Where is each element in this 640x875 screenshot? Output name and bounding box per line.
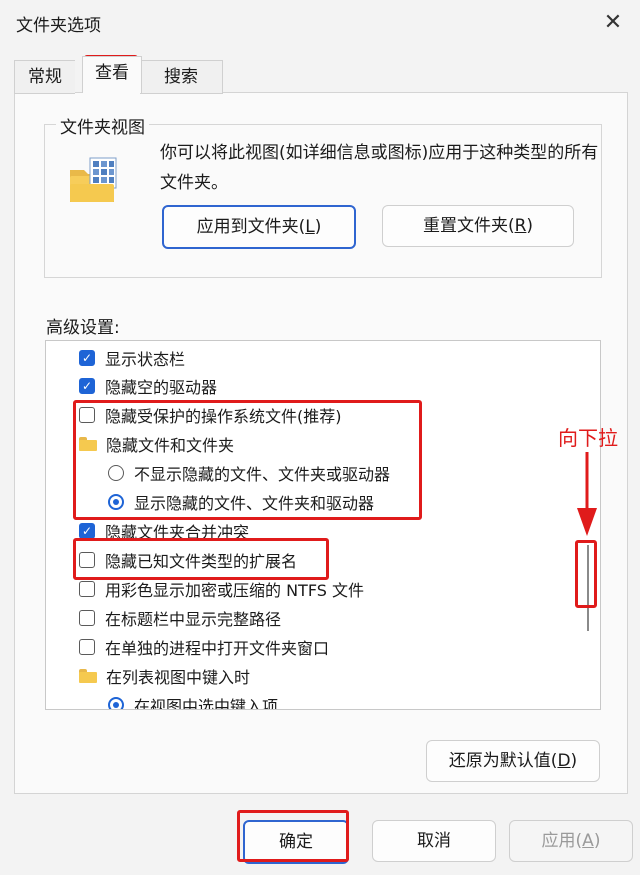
restore-defaults-accesskey: D [557,751,571,771]
setting-label: 用彩色显示加密或压缩的 NTFS 文件 [105,581,364,600]
tab-general[interactable]: 常规 [14,60,75,94]
setting-label: 在视图中选中键入项 [134,697,279,710]
checkbox-icon[interactable] [79,581,95,597]
reset-folders-button[interactable]: 重置文件夹(R) [382,205,574,247]
folder-view-icon [70,157,117,202]
reset-folders-paren: ) [526,216,534,236]
close-icon[interactable]: ✕ [596,6,630,40]
annotation-box-extensions [73,538,329,580]
restore-defaults-label: 还原为默认值( [448,751,558,771]
checkbox-icon[interactable] [79,610,95,626]
window-title: 文件夹选项 [16,16,101,36]
folder-views-legend: 文件夹视图 [56,113,149,138]
apply-to-folders-paren: ) [314,217,322,237]
setting-label: 隐藏空的驱动器 [105,378,218,397]
apply-label: 应用( [541,831,583,851]
restore-defaults-button[interactable]: 还原为默认值(D) [426,740,600,782]
title-bar: 文件夹选项 ✕ [0,0,640,48]
reset-folders-label: 重置文件夹( [422,216,515,236]
apply-accesskey: A [582,831,594,851]
setting-hide-empty-drives[interactable]: ✓ 隐藏空的驱动器 [79,372,217,400]
setting-label: 在单独的进程中打开文件夹窗口 [105,639,330,658]
tab-search[interactable]: 搜索 [140,60,223,94]
annotation-box-ok [237,810,349,862]
checkbox-icon[interactable] [79,639,95,655]
checkbox-checked-icon[interactable]: ✓ [79,378,95,394]
apply-to-folders-label: 应用到文件夹( [196,217,306,237]
apply-paren: ) [593,831,601,851]
setting-show-status-bar[interactable]: ✓ 显示状态栏 [79,344,185,372]
restore-defaults-paren: ) [570,751,578,771]
setting-separate-process[interactable]: 在单独的进程中打开文件夹窗口 [79,633,329,661]
arrow-down-icon [577,452,597,536]
setting-group-typing-list-view: 在列表视图中键入时 [79,662,250,690]
apply-button[interactable]: 应用(A) [509,820,633,862]
setting-label: 在标题栏中显示完整路径 [105,610,282,629]
checkbox-checked-icon[interactable]: ✓ [79,350,95,366]
advanced-settings-label: 高级设置: [46,318,120,338]
advanced-settings-tree[interactable]: ✓ 显示状态栏 ✓ 隐藏空的驱动器 隐藏受保护的操作系统文件(推荐) 隐藏文件和… [45,340,601,710]
annotation-box-scrollbar [575,540,597,608]
folder-views-description: 你可以将此视图(如详细信息或图标)应用于这种类型的所有文件夹。 [160,143,599,193]
folder-icon [79,669,97,683]
apply-to-folders-button[interactable]: 应用到文件夹(L) [162,205,356,249]
checkbox-checked-icon[interactable]: ✓ [79,523,95,539]
reset-folders-accesskey: R [514,216,527,236]
annotation-box-hidden-files [73,400,422,520]
setting-select-typed-item[interactable]: 在视图中选中键入项 [108,691,279,710]
tab-view[interactable]: 查看 [82,56,142,93]
setting-full-path-title[interactable]: 在标题栏中显示完整路径 [79,604,281,632]
setting-label: 在列表视图中键入时 [106,668,251,687]
setting-label: 显示状态栏 [105,350,186,369]
cancel-button[interactable]: 取消 [372,820,496,862]
annotation-scroll-down-text: 向下拉 [558,426,618,450]
radio-selected-icon[interactable] [108,697,124,709]
apply-to-folders-accesskey: L [305,217,315,237]
